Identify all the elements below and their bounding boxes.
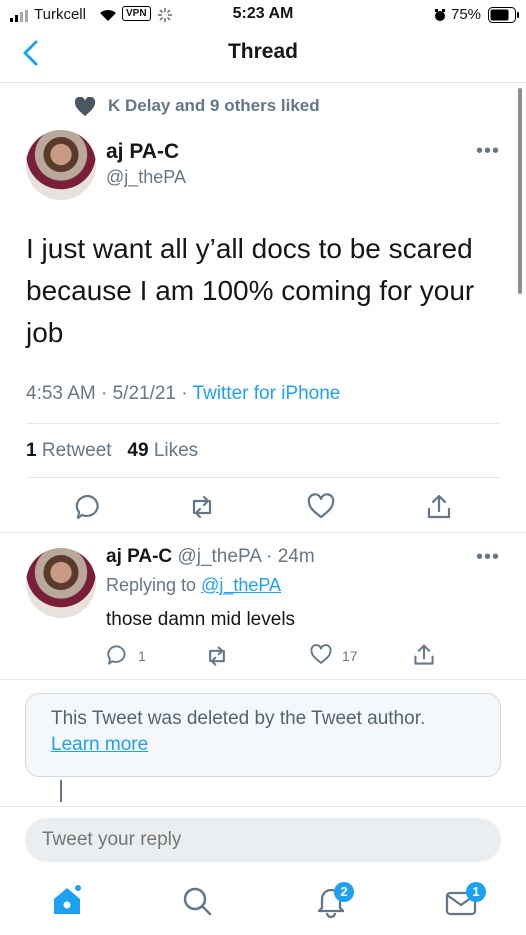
retweet-icon[interactable]: [188, 493, 216, 521]
divider: [0, 532, 526, 533]
tweet-time-date: 4:53 AM · 5/21/21 ·: [26, 383, 193, 404]
likes-label[interactable]: Likes: [154, 440, 198, 461]
retweet-label[interactable]: Retweet: [42, 440, 112, 461]
replying-prefix: Replying to: [106, 575, 202, 595]
avatar[interactable]: [26, 130, 96, 200]
replying-to: Replying to @j_thePA: [106, 575, 281, 596]
home-icon[interactable]: [50, 884, 84, 918]
reply-text: those damn mid levels: [106, 609, 296, 630]
divider: [0, 806, 526, 807]
alarm-icon: [435, 9, 445, 21]
reply-share-icon[interactable]: [412, 643, 436, 667]
reply-avatar[interactable]: [26, 548, 96, 618]
reply-header: aj PA-C @j_thePA · 24m: [106, 546, 315, 568]
author-name[interactable]: aj PA-C: [106, 140, 179, 164]
thread-connector-line: [60, 780, 62, 802]
divider: [26, 477, 500, 478]
notifications-badge: 2: [334, 882, 354, 902]
reply-icon[interactable]: [74, 493, 102, 521]
tweet-text: I just want all y’all docs to be scared …: [26, 233, 475, 348]
replying-to-link[interactable]: @j_thePA: [201, 575, 281, 595]
reply-handle-time[interactable]: @j_thePA · 24m: [177, 546, 314, 567]
like-count[interactable]: 49: [127, 440, 148, 461]
reply-retweet-icon[interactable]: [205, 644, 229, 668]
battery-icon: [488, 7, 519, 23]
reply-author-name[interactable]: aj PA-C: [106, 546, 172, 567]
page-title: Thread: [227, 40, 298, 63]
retweet-count[interactable]: 1: [26, 440, 37, 461]
reply-like-icon[interactable]: [310, 644, 332, 666]
like-icon[interactable]: [307, 493, 335, 521]
header-divider: [0, 82, 526, 83]
learn-more-link[interactable]: Learn more: [51, 734, 148, 756]
battery-percent: 75%: [451, 6, 482, 23]
author-handle[interactable]: @j_thePA: [106, 167, 186, 188]
tweet-timestamp: 4:53 AM · 5/21/21 · Twitter for iPhone: [26, 383, 340, 405]
reply-like-count: 17: [342, 648, 358, 664]
status-time: 5:23 AM: [232, 5, 294, 22]
status-bar: Turkcell VPN 5:23 AM 75%: [0, 0, 526, 30]
engagement-counts: 1 Retweet 49 Likes: [26, 440, 198, 462]
deleted-tweet-text: This Tweet was deleted by the Tweet auth…: [51, 708, 426, 729]
more-options-icon[interactable]: •••: [476, 140, 500, 163]
reply-reply-count: 1: [138, 648, 146, 664]
liked-by-text[interactable]: K Delay and 9 others liked: [108, 96, 320, 116]
reply-input[interactable]: [25, 818, 501, 862]
reply-reply-icon[interactable]: [106, 644, 128, 666]
heart-filled-icon: [74, 97, 96, 117]
scrollbar[interactable]: [518, 88, 522, 294]
search-icon[interactable]: [180, 884, 214, 918]
divider: [26, 423, 500, 424]
share-icon[interactable]: [425, 493, 453, 521]
divider: [0, 679, 526, 680]
tweet-source-link[interactable]: Twitter for iPhone: [193, 383, 341, 404]
messages-badge: 1: [466, 882, 486, 902]
reply-more-options-icon[interactable]: •••: [476, 546, 500, 569]
